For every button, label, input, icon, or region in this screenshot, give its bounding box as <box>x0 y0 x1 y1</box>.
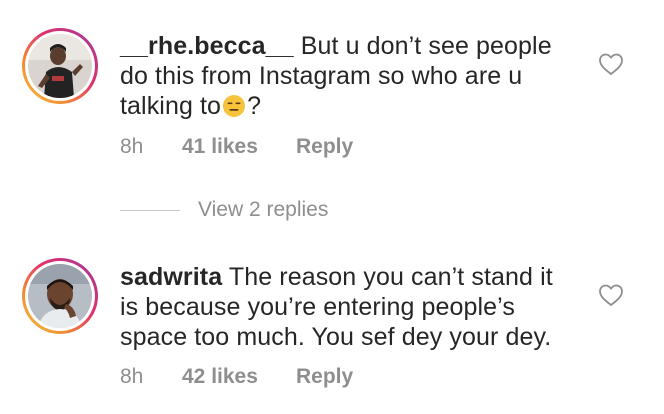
comment-body-end: ? <box>247 92 262 120</box>
view-replies-label[interactable]: View 2 replies <box>198 198 328 222</box>
comment-meta: 8h 41 likes Reply <box>120 135 353 159</box>
avatar[interactable] <box>22 28 98 104</box>
comment-text: sadwrita The reason you can’t stand it i… <box>120 262 560 352</box>
comment-likes[interactable]: 41 likes <box>182 135 296 159</box>
view-replies-button[interactable]: View 2 replies <box>120 196 328 224</box>
comment-time: 8h <box>120 365 144 388</box>
comment-time: 8h <box>120 135 144 158</box>
avatar-ring <box>25 31 95 101</box>
comment-username[interactable]: __rhe.becca__ <box>120 32 294 60</box>
comment-text: __rhe.becca__ But u don’t see people do … <box>120 31 560 121</box>
reply-button[interactable]: Reply <box>296 365 353 389</box>
comment-username[interactable]: sadwrita <box>120 263 222 291</box>
avatar-photo <box>28 264 92 328</box>
avatar[interactable] <box>22 258 98 334</box>
heart-outline-icon[interactable] <box>598 283 624 307</box>
reply-button[interactable]: Reply <box>296 135 353 159</box>
user-photo-icon <box>28 264 92 328</box>
heart-outline-icon[interactable] <box>598 52 624 76</box>
user-photo-icon <box>28 34 92 98</box>
replies-divider <box>120 209 180 211</box>
avatar-ring <box>25 261 95 331</box>
avatar-photo <box>28 34 92 98</box>
comment-likes[interactable]: 42 likes <box>182 365 296 389</box>
comment-meta: 8h 42 likes Reply <box>120 365 353 389</box>
expressionless-face-icon <box>223 95 246 117</box>
